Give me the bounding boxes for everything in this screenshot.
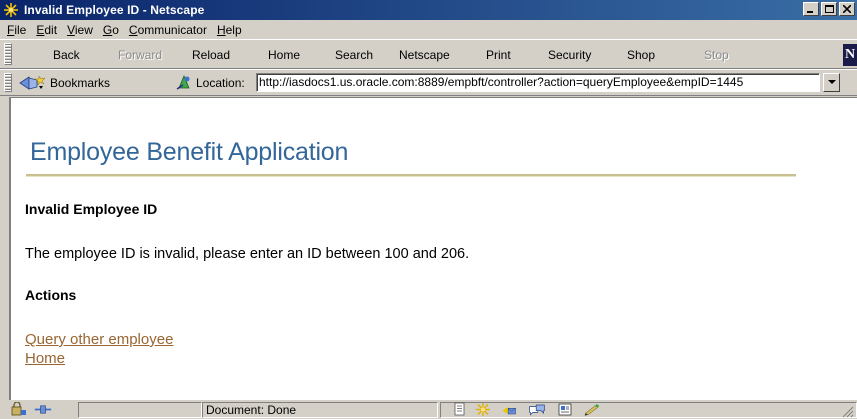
status-text: Document: Done (206, 403, 297, 417)
page-icon[interactable] (451, 402, 469, 417)
composer-icon[interactable] (583, 402, 601, 417)
menu-bar: File Edit View Go Communicator Help (0, 20, 857, 39)
security-lock-icon[interactable] (10, 402, 28, 417)
netscape-app-icon (3, 2, 21, 18)
mail-icon[interactable] (500, 402, 518, 417)
close-button[interactable] (839, 2, 855, 16)
back-button[interactable]: Back (53, 48, 80, 62)
chevron-down-icon (828, 80, 836, 84)
title-bar[interactable]: Invalid Employee ID - Netscape (0, 0, 857, 20)
invalid-id-heading: Invalid Employee ID (25, 201, 158, 217)
progress-bar (78, 402, 202, 418)
query-other-employee-link[interactable]: Query other employee (25, 331, 173, 348)
shop-button[interactable]: Shop (627, 48, 655, 62)
error-message: The employee ID is invalid, please enter… (25, 246, 470, 262)
maximize-button[interactable] (821, 2, 837, 16)
minimize-button[interactable] (803, 2, 819, 16)
location-label: Location: (196, 76, 245, 90)
stop-button[interactable]: Stop (704, 48, 729, 62)
title-divider (26, 174, 796, 177)
print-button[interactable]: Print (486, 48, 511, 62)
status-bar: Document: Done (0, 400, 857, 419)
home-link[interactable]: Home (25, 350, 65, 367)
location-url-field[interactable]: http://iasdocs1.us.oracle.com:8889/empbf… (256, 73, 820, 92)
netscape-logo[interactable]: N (843, 44, 857, 66)
menu-go[interactable]: Go (98, 23, 124, 37)
bookmarks-label[interactable]: Bookmarks (50, 76, 110, 90)
address-book-icon[interactable] (556, 402, 574, 417)
window-title: Invalid Employee ID - Netscape (24, 3, 205, 17)
actions-heading: Actions (25, 287, 77, 303)
bookmarks-icon[interactable] (17, 74, 47, 92)
page-proxy-icon[interactable] (175, 73, 193, 91)
reload-button[interactable]: Reload (192, 48, 230, 62)
navigator-icon[interactable] (474, 402, 492, 417)
menu-view[interactable]: View (62, 23, 98, 37)
menu-file[interactable]: File (2, 23, 31, 37)
browser-window: Invalid Employee ID - Netscape File Edit… (0, 0, 857, 419)
location-dropdown-button[interactable] (823, 73, 840, 92)
navigation-toolbar: Back Forward Reload Home Search Netscape… (0, 39, 857, 69)
search-button[interactable]: Search (335, 48, 373, 62)
home-button[interactable]: Home (268, 48, 300, 62)
toolbar-grip[interactable] (4, 73, 12, 92)
page-title: Employee Benefit Application (30, 138, 349, 166)
newsgroups-icon[interactable] (528, 402, 546, 417)
netscape-button[interactable]: Netscape (399, 48, 450, 62)
menu-communicator[interactable]: Communicator (124, 23, 212, 37)
menu-edit[interactable]: Edit (31, 23, 62, 37)
menu-help[interactable]: Help (212, 23, 247, 37)
page-content: Employee Benefit Application Invalid Emp… (9, 97, 857, 400)
connection-status-icon[interactable] (34, 402, 52, 417)
security-button[interactable]: Security (548, 48, 591, 62)
forward-button[interactable]: Forward (118, 48, 162, 62)
toolbar-grip[interactable] (4, 43, 12, 65)
resize-grip-icon[interactable] (840, 404, 854, 418)
location-toolbar: Bookmarks Location: http://iasdocs1.us.o… (0, 69, 857, 96)
